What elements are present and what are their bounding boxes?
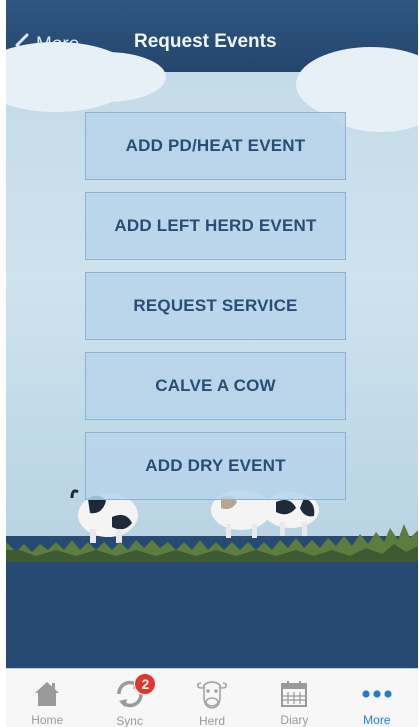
calendar-icon bbox=[281, 680, 308, 707]
tab-label: More bbox=[363, 713, 391, 727]
cloud-decoration bbox=[46, 52, 166, 102]
tab-herd[interactable]: Herd bbox=[171, 669, 253, 727]
page-title: Request Events bbox=[134, 31, 277, 52]
tab-label: Home bbox=[31, 713, 64, 727]
cow-face-icon bbox=[197, 681, 228, 709]
tab-label: Herd bbox=[199, 714, 226, 727]
tab-more[interactable]: More bbox=[336, 669, 418, 727]
tab-label: Sync bbox=[116, 714, 143, 727]
add-left-herd-event-button[interactable]: ADD LEFT HERD EVENT bbox=[85, 192, 346, 260]
tab-sync[interactable]: 2 Sync bbox=[88, 669, 170, 727]
content-area: ADD PD/HEAT EVENT ADD LEFT HERD EVENT RE… bbox=[6, 42, 418, 668]
add-pd-heat-event-button[interactable]: ADD PD/HEAT EVENT bbox=[85, 112, 346, 180]
more-dots-icon bbox=[362, 689, 392, 698]
tab-home[interactable]: Home bbox=[6, 669, 88, 727]
home-icon bbox=[35, 681, 60, 706]
tab-label: Diary bbox=[280, 713, 309, 727]
request-service-button[interactable]: REQUEST SERVICE bbox=[85, 272, 346, 340]
app-screen: More Request Events bbox=[6, 0, 418, 727]
add-dry-event-button[interactable]: ADD DRY EVENT bbox=[85, 432, 346, 500]
tab-diary[interactable]: Diary bbox=[253, 669, 335, 727]
tab-bar: Home 2 Sync Herd Diary More bbox=[6, 668, 418, 727]
sync-count-badge: 2 bbox=[134, 673, 157, 695]
calve-a-cow-button[interactable]: CALVE A COW bbox=[85, 352, 346, 420]
grass-decoration bbox=[6, 524, 418, 562]
